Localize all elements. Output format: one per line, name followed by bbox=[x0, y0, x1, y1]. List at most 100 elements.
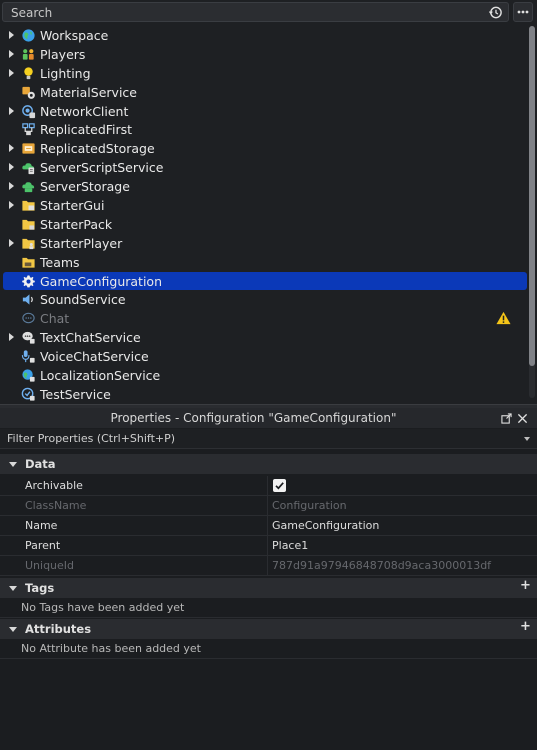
collapse-caret-icon[interactable] bbox=[9, 627, 17, 632]
tree-item-label: StarterPack bbox=[40, 216, 113, 232]
expand-arrow-icon[interactable] bbox=[9, 201, 14, 210]
property-row-classname: ClassName Configuration bbox=[0, 496, 537, 516]
properties-title: Properties - Configuration "GameConfigur… bbox=[110, 411, 397, 425]
archivable-checkbox[interactable] bbox=[273, 479, 286, 492]
tree-item-starterplayer[interactable]: StarterPlayer bbox=[0, 234, 527, 253]
expand-arrow-icon[interactable] bbox=[9, 68, 14, 77]
tree-item-startergui[interactable]: StarterGui bbox=[0, 196, 527, 215]
tree-item-chat[interactable]: Chat bbox=[0, 309, 527, 328]
add-attribute-button[interactable]: + bbox=[520, 619, 531, 634]
tree-item-label: ReplicatedStorage bbox=[40, 141, 155, 157]
properties-panel: Properties - Configuration "GameConfigur… bbox=[0, 408, 537, 750]
expand-arrow-icon[interactable] bbox=[9, 31, 14, 39]
property-value[interactable]: GameConfiguration bbox=[272, 519, 379, 532]
expand-arrow-icon[interactable] bbox=[9, 238, 14, 247]
tree-item-lighting[interactable]: Lighting bbox=[0, 64, 527, 83]
tree-item-starterpack[interactable]: StarterPack bbox=[0, 215, 527, 234]
section-title: Data bbox=[25, 457, 56, 471]
tree-item-label: ReplicatedFirst bbox=[40, 122, 133, 138]
gear-icon bbox=[22, 274, 35, 287]
chevron-down-icon[interactable] bbox=[524, 437, 530, 441]
tree-item-serverscriptservice[interactable]: ServerScriptService bbox=[0, 158, 527, 177]
tree-item-label: Lighting bbox=[40, 65, 91, 81]
players-icon bbox=[22, 49, 34, 60]
search-input[interactable] bbox=[11, 4, 481, 21]
tree-item-soundservice[interactable]: SoundService bbox=[0, 290, 527, 309]
section-header-attributes[interactable]: Attributes + bbox=[0, 619, 537, 639]
sound-service-icon bbox=[22, 294, 33, 306]
tree-item-label: GameConfiguration bbox=[40, 273, 162, 289]
warning-icon bbox=[496, 312, 511, 325]
close-icon[interactable] bbox=[517, 413, 528, 424]
empty-message: No Attribute has been added yet bbox=[21, 642, 201, 655]
tree-item-workspace[interactable]: Workspace bbox=[0, 26, 527, 45]
tree-item-label: ServerScriptService bbox=[40, 160, 164, 176]
explorer-tree: Workspace Players Lighting MaterialServi… bbox=[0, 26, 527, 404]
section-header-tags[interactable]: Tags + bbox=[0, 578, 537, 598]
ellipsis-icon bbox=[517, 10, 529, 14]
replicated-first-icon bbox=[22, 123, 35, 136]
voice-chat-service-icon bbox=[21, 350, 35, 363]
tree-item-testservice[interactable]: TestService bbox=[0, 385, 527, 404]
filter-placeholder: Filter Properties (Ctrl+Shift+P) bbox=[7, 432, 176, 445]
tree-item-replicatedfirst[interactable]: ReplicatedFirst bbox=[0, 120, 527, 139]
property-row-parent[interactable]: Parent Place1 bbox=[0, 536, 537, 556]
property-name: Parent bbox=[25, 539, 61, 552]
more-options-button[interactable] bbox=[513, 2, 533, 22]
filter-properties-input[interactable]: Filter Properties (Ctrl+Shift+P) bbox=[0, 429, 537, 449]
expand-arrow-icon[interactable] bbox=[9, 49, 14, 58]
expand-arrow-icon[interactable] bbox=[9, 106, 14, 115]
lighting-icon bbox=[24, 67, 33, 79]
collapse-caret-icon[interactable] bbox=[9, 462, 17, 467]
scrollbar-thumb[interactable] bbox=[529, 26, 535, 366]
tree-item-networkclient[interactable]: NetworkClient bbox=[0, 102, 527, 121]
property-value[interactable]: Place1 bbox=[272, 539, 308, 552]
chat-icon bbox=[22, 313, 35, 324]
tree-item-label: Workspace bbox=[40, 28, 109, 43]
checkmark-icon bbox=[275, 482, 284, 490]
column-divider bbox=[267, 476, 268, 496]
section-header-data[interactable]: Data bbox=[0, 454, 537, 474]
expand-arrow-icon[interactable] bbox=[9, 333, 14, 342]
attributes-empty-row: No Attribute has been added yet bbox=[0, 639, 537, 659]
starter-gui-icon bbox=[22, 200, 35, 211]
add-tag-button[interactable]: + bbox=[520, 578, 531, 593]
tree-item-textchatservice[interactable]: TextChatService bbox=[0, 328, 527, 347]
tree-item-label: TestService bbox=[40, 386, 111, 402]
section-title: Tags bbox=[25, 581, 55, 595]
text-chat-service-icon bbox=[22, 332, 35, 344]
tree-item-label: Players bbox=[40, 46, 86, 62]
expand-arrow-icon[interactable] bbox=[9, 182, 14, 191]
expand-arrow-icon[interactable] bbox=[9, 144, 14, 153]
explorer-scrollbar[interactable] bbox=[529, 26, 535, 398]
undock-icon[interactable] bbox=[501, 413, 512, 424]
property-value: 787d91a97946848708d9aca3000013df bbox=[272, 559, 492, 572]
localization-service-icon bbox=[22, 369, 35, 382]
property-name: ClassName bbox=[25, 499, 87, 512]
property-name: UniqueId bbox=[25, 559, 75, 572]
tree-item-gameconfiguration[interactable]: GameConfiguration bbox=[3, 271, 527, 291]
property-row-name[interactable]: Name GameConfiguration bbox=[0, 516, 537, 536]
expand-arrow-icon[interactable] bbox=[9, 163, 14, 172]
history-icon[interactable] bbox=[488, 5, 503, 20]
tree-item-localizationservice[interactable]: LocalizationService bbox=[0, 366, 527, 385]
tree-item-label: VoiceChatService bbox=[40, 349, 149, 365]
tree-item-label: StarterGui bbox=[40, 198, 105, 214]
collapse-caret-icon[interactable] bbox=[9, 586, 17, 591]
test-service-icon bbox=[21, 387, 35, 401]
tree-item-teams[interactable]: Teams bbox=[0, 253, 527, 272]
search-bar[interactable] bbox=[2, 2, 509, 22]
tree-item-label: TextChatService bbox=[40, 330, 141, 346]
tree-item-replicatedstorage[interactable]: ReplicatedStorage bbox=[0, 139, 527, 158]
tree-item-players[interactable]: Players bbox=[0, 45, 527, 64]
property-name: Name bbox=[25, 519, 58, 532]
tree-item-materialservice[interactable]: MaterialService bbox=[0, 83, 527, 102]
starter-player-icon bbox=[22, 238, 35, 249]
workspace-icon bbox=[22, 29, 35, 42]
property-row-archivable[interactable]: Archivable bbox=[0, 476, 537, 496]
tree-item-label: Chat bbox=[40, 311, 70, 327]
server-script-service-icon bbox=[22, 163, 35, 175]
network-client-icon bbox=[22, 104, 36, 118]
tree-item-voicechatservice[interactable]: VoiceChatService bbox=[0, 347, 527, 366]
tree-item-serverstorage[interactable]: ServerStorage bbox=[0, 177, 527, 196]
